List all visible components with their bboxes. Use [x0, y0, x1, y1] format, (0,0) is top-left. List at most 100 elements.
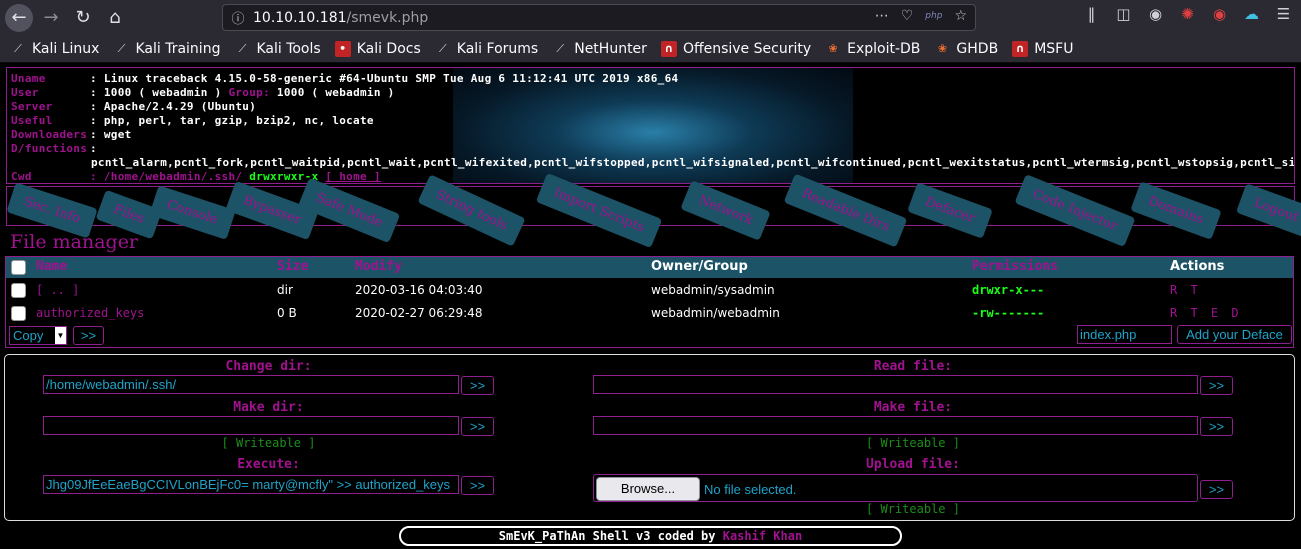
col-modify[interactable]: Modify: [355, 259, 402, 274]
file-actions[interactable]: R T: [1170, 283, 1201, 297]
library-icon[interactable]: ‖: [1082, 5, 1101, 23]
deface-file-input[interactable]: index.php: [1077, 325, 1172, 344]
read-file-label: Read file:: [873, 359, 953, 374]
bookmark-item[interactable]: • Kali Docs: [334, 40, 421, 57]
server-row: Server: Apache/2.4.29 (Ubuntu): [11, 100, 257, 113]
file-name[interactable]: authorized_keys: [36, 306, 144, 320]
row-checkbox[interactable]: [11, 283, 26, 298]
tab-network[interactable]: Network: [680, 180, 772, 241]
php-badge: php: [925, 11, 943, 21]
execute-button[interactable]: >>: [461, 476, 494, 495]
kali-dragon-icon: ⟋: [117, 41, 126, 55]
select-all-checkbox[interactable]: [11, 260, 26, 275]
col-name[interactable]: Name: [36, 259, 67, 274]
add-deface-button[interactable]: Add your Deface: [1177, 325, 1292, 344]
browser-toolbar: ← → ↻ ⌂ ⓘ 10.10.10.181/smevk.php ⋯ ♡ php…: [0, 0, 1301, 35]
tab-console[interactable]: Console: [149, 185, 236, 240]
tab-import-scripts[interactable]: Import Scripts: [535, 172, 663, 249]
change-dir-button[interactable]: >>: [461, 376, 494, 395]
action-select[interactable]: Copy ▼: [9, 326, 67, 345]
ublock-icon[interactable]: ◉: [1210, 5, 1229, 23]
file-name[interactable]: [ .. ]: [36, 283, 79, 297]
forward-arrow-icon[interactable]: →: [37, 4, 65, 32]
account-icon[interactable]: ◉: [1146, 5, 1165, 23]
cloud-icon[interactable]: ☁: [1242, 5, 1261, 23]
kali-dragon-icon: ⟋: [238, 41, 247, 55]
bookmark-item[interactable]: ❀ GHDB: [934, 41, 998, 57]
table-row: [ .. ] dir 2020-03-16 04:03:40 webadmin/…: [6, 280, 1293, 302]
menu-icon[interactable]: ☰: [1274, 5, 1293, 23]
browse-button[interactable]: Browse...: [596, 477, 700, 501]
file-table: Name Size Modify Owner/Group Permissions…: [5, 256, 1294, 348]
tab-defacer[interactable]: Defacer: [907, 182, 993, 239]
read-file-button[interactable]: >>: [1200, 376, 1233, 395]
bookmark-item[interactable]: ∩ Offensive Security: [660, 40, 811, 57]
downloaders-row: Downloaders: wget: [11, 128, 132, 141]
offsec-icon: ∩: [660, 40, 677, 57]
file-actions[interactable]: R T E D: [1170, 306, 1242, 320]
upload-file-input[interactable]: Browse... No file selected.: [593, 474, 1198, 502]
bookmark-item[interactable]: ⟋ Kali Linux: [10, 41, 99, 57]
change-dir-input[interactable]: /home/webadmin/.ssh/: [43, 375, 459, 394]
extension-icon[interactable]: ✺: [1178, 5, 1197, 23]
tab-logout[interactable]: Logout: [1235, 183, 1301, 238]
bookmark-label: Kali Tools: [256, 40, 321, 57]
upload-file-label: Upload file:: [866, 457, 960, 472]
make-dir-button[interactable]: >>: [461, 417, 494, 436]
tab-code-injector[interactable]: Code Injector: [1014, 174, 1136, 247]
page-actions-icon[interactable]: ⋯: [875, 8, 889, 24]
back-arrow-icon[interactable]: ←: [5, 3, 33, 32]
tools-panel: Change dir: /home/webadmin/.ssh/ >> Make…: [4, 354, 1295, 521]
author-name: Kashif Khan: [722, 529, 803, 543]
site-info-icon[interactable]: ⓘ: [223, 8, 253, 27]
kali-dragon-icon: ⟋: [556, 41, 565, 55]
col-size[interactable]: Size: [277, 259, 308, 274]
shell-menu: Sec. Info Files Console Bypasser Safe Mode St…: [6, 172, 1301, 249]
read-file-input[interactable]: [593, 375, 1198, 394]
reload-icon[interactable]: ↻: [69, 4, 97, 32]
home-icon[interactable]: ⌂: [101, 4, 129, 32]
bookmark-item[interactable]: ∩ MSFU: [1012, 40, 1073, 57]
col-permissions[interactable]: Permissions: [972, 259, 1058, 274]
tab-safe-mode[interactable]: Safe Mode: [297, 177, 401, 244]
bookmark-star-icon[interactable]: ☆: [954, 8, 967, 24]
upload-file-button[interactable]: >>: [1200, 480, 1233, 499]
useful-row: Useful: php, perl, tar, gzip, bzip2, nc,…: [11, 114, 374, 127]
bookmark-item[interactable]: ❀ Exploit-DB: [825, 41, 921, 57]
kali-dragon-icon: ⟋: [14, 41, 22, 55]
bookmark-item[interactable]: ⟋ Kali Tools: [234, 40, 321, 57]
cwd-home-link[interactable]: [ home ]: [325, 170, 380, 183]
action-go-button[interactable]: >>: [73, 326, 104, 345]
sidebar-icon[interactable]: ◫: [1114, 5, 1133, 23]
file-modify: 2020-02-27 06:29:48: [355, 306, 483, 320]
file-permissions[interactable]: -rw-------: [972, 306, 1044, 320]
make-file-button[interactable]: >>: [1200, 417, 1233, 436]
offsec-icon: ∩: [1012, 40, 1029, 57]
file-size: dir: [277, 283, 293, 297]
tab-domains[interactable]: Domains: [1130, 181, 1222, 240]
tab-string-tools[interactable]: String tools: [417, 174, 526, 247]
tab-readable-dirs[interactable]: Readable Dirs: [783, 173, 908, 248]
col-actions: Actions: [1170, 259, 1225, 274]
exploitdb-icon: ❀: [828, 42, 838, 55]
file-permissions[interactable]: drwxr-x---: [972, 283, 1044, 297]
bookmark-item[interactable]: ⟋ NetHunter: [552, 41, 647, 57]
file-owner: webadmin/webadmin: [651, 306, 780, 320]
uname-row: Uname: Linux traceback 4.15.0-58-generic…: [11, 72, 679, 85]
pocket-icon[interactable]: ♡: [901, 8, 914, 24]
make-file-input[interactable]: [593, 416, 1198, 435]
make-file-label: Make file:: [873, 400, 953, 415]
bookmark-item[interactable]: ⟋ Kali Forums: [435, 41, 538, 57]
table-row: authorized_keys 0 B 2020-02-27 06:29:48 …: [6, 303, 1293, 325]
execute-label: Execute:: [237, 457, 300, 472]
bookmark-label: Kali Forums: [456, 40, 539, 57]
bookmark-item[interactable]: ⟋ Kali Training: [113, 41, 221, 57]
row-checkbox[interactable]: [11, 306, 26, 321]
execute-input[interactable]: Jhg09JfEeEaeBgCCIVLonBEjFc0= marty@mcfly…: [43, 475, 459, 494]
table-header: Name Size Modify Owner/Group Permissions…: [6, 257, 1293, 278]
no-file-text: No file selected.: [704, 482, 797, 497]
bookmarks-bar: ⟋ Kali Linux ⟋ Kali Training ⟋ Kali Tools • Kal…: [0, 35, 1301, 63]
cwd-row: Cwd: /home/webadmin/.ssh/ drwxrwxr-x [ h…: [11, 170, 381, 183]
make-dir-input[interactable]: [43, 416, 459, 435]
url-bar[interactable]: ⓘ 10.10.10.181/smevk.php ⋯ ♡ php ☆: [222, 4, 976, 31]
